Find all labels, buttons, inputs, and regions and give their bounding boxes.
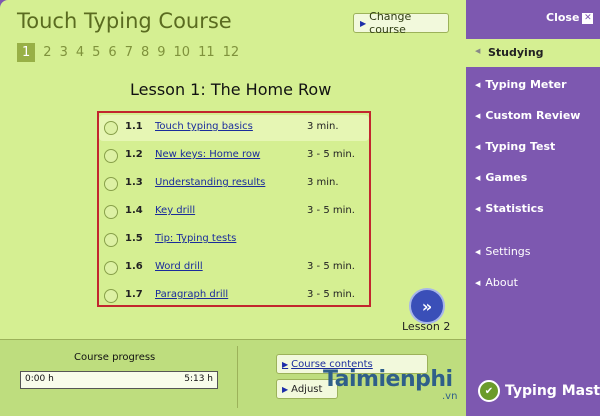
status-circle-icon	[104, 149, 118, 163]
triangle-left-icon: ◀	[475, 279, 481, 287]
lesson-number-tabs: 1 2 3 4 5 6 7 8 9 10 11 12	[17, 43, 247, 62]
sidebar-item-games[interactable]: ◀ Games	[475, 171, 527, 184]
lesson-item-link[interactable]: Tip: Typing tests	[155, 233, 236, 244]
lesson-item-link[interactable]: Paragraph drill	[155, 289, 228, 300]
lesson-item[interactable]: 1.5 Tip: Typing tests	[99, 227, 369, 253]
lesson-tab-3[interactable]: 3	[60, 43, 68, 62]
lesson-title: Lesson 1: The Home Row	[130, 80, 332, 99]
course-progress-bar: 0:00 h 5:13 h	[20, 371, 218, 389]
lesson-tab-8[interactable]: 8	[141, 43, 149, 62]
lesson-tab-4[interactable]: 4	[76, 43, 84, 62]
lesson-item-duration: 3 - 5 min.	[307, 261, 355, 272]
sidebar-item-custom-review[interactable]: ◀ Custom Review	[475, 109, 580, 122]
lesson-item-number: 1.7	[125, 289, 143, 300]
next-lesson-label: Lesson 2	[402, 320, 451, 333]
app-logo: ✔ Typing Master	[478, 380, 600, 402]
app-logo-text: Typing Master	[505, 383, 600, 399]
sidebar-item-settings[interactable]: ◀ Settings	[475, 245, 531, 258]
arrow-icon: ▶	[282, 384, 289, 394]
lesson-item-duration: 3 - 5 min.	[307, 149, 355, 160]
lesson-item-number: 1.1	[125, 121, 143, 132]
lesson-item-number: 1.2	[125, 149, 143, 160]
sidebar-item-studying[interactable]: ◀ Studying	[466, 39, 600, 67]
lesson-tab-6[interactable]: 6	[108, 43, 116, 62]
arrow-icon: ▶	[282, 359, 289, 369]
lesson-item[interactable]: 1.2 New keys: Home row 3 - 5 min.	[99, 143, 369, 169]
close-icon: ✕	[582, 12, 594, 24]
watermark-text: Taimienphi	[323, 367, 453, 392]
arrow-icon: ▶	[360, 18, 367, 28]
next-lesson-button[interactable]: »	[409, 288, 445, 324]
change-course-button[interactable]: ▶ Change course	[353, 10, 449, 36]
triangle-left-icon: ◀	[475, 205, 481, 213]
status-circle-icon	[104, 289, 118, 303]
lesson-item-link[interactable]: Understanding results	[155, 177, 265, 188]
triangle-left-icon: ◀	[475, 174, 481, 182]
lesson-item-duration: 3 - 5 min.	[307, 205, 355, 216]
lesson-tab-1[interactable]: 1	[17, 43, 36, 62]
lesson-tab-12[interactable]: 12	[223, 43, 240, 62]
progress-end-time: 5:13 h	[184, 374, 213, 384]
lesson-item-link[interactable]: New keys: Home row	[155, 149, 260, 160]
triangle-left-icon: ◀	[475, 143, 481, 151]
watermark-suffix: .vn	[442, 391, 458, 402]
status-circle-icon	[104, 177, 118, 191]
chevron-left-icon: ◀	[475, 47, 481, 55]
sidebar-item-label: Studying	[488, 46, 544, 59]
sidebar-item-label: About	[485, 276, 518, 289]
change-course-label: Change course	[369, 10, 412, 36]
double-chevron-right-icon: »	[421, 296, 433, 316]
main-panel: Touch Typing Course ▶ Change course 1 2 3…	[0, 0, 466, 416]
lesson-item[interactable]: 1.4 Key drill 3 - 5 min.	[99, 199, 369, 225]
adjust-label: Adjust	[291, 383, 323, 395]
lesson-item-duration: 3 min.	[307, 177, 339, 188]
sidebar-item-label: Games	[485, 171, 528, 184]
triangle-left-icon: ◀	[475, 81, 481, 89]
sidebar-item-label: Typing Meter	[485, 78, 567, 91]
sidebar-item-typing-test[interactable]: ◀ Typing Test	[475, 140, 555, 153]
sidebar-item-about[interactable]: ◀ About	[475, 276, 518, 289]
typing-master-logo-icon: ✔	[478, 380, 500, 402]
sidebar-item-label: Settings	[485, 245, 531, 258]
lesson-tab-5[interactable]: 5	[92, 43, 100, 62]
lesson-item-link[interactable]: Key drill	[155, 205, 195, 216]
course-progress-label: Course progress	[74, 352, 156, 363]
triangle-left-icon: ◀	[475, 112, 481, 120]
sidebar-item-label: Typing Test	[485, 140, 556, 153]
lesson-tab-7[interactable]: 7	[125, 43, 133, 62]
lesson-item-list: 1.1 Touch typing basics 3 min. 1.2 New k…	[97, 111, 371, 307]
sidebar-item-label: Custom Review	[485, 109, 581, 122]
lesson-item[interactable]: 1.6 Word drill 3 - 5 min.	[99, 255, 369, 281]
lesson-tab-2[interactable]: 2	[43, 43, 51, 62]
close-button[interactable]: Close ✕	[546, 11, 594, 24]
lesson-item[interactable]: 1.1 Touch typing basics 3 min.	[99, 115, 369, 141]
sidebar-item-typing-meter[interactable]: ◀ Typing Meter	[475, 78, 567, 91]
close-label: Close	[546, 11, 580, 24]
lesson-tab-11[interactable]: 11	[198, 43, 215, 62]
lesson-item-number: 1.4	[125, 205, 143, 216]
divider	[237, 346, 238, 408]
status-circle-icon	[104, 205, 118, 219]
status-circle-icon	[104, 233, 118, 247]
lesson-item[interactable]: 1.3 Understanding results 3 min.	[99, 171, 369, 197]
lesson-item-duration: 3 min.	[307, 121, 339, 132]
lesson-item[interactable]: 1.7 Paragraph drill 3 - 5 min.	[99, 283, 369, 309]
lesson-tab-9[interactable]: 9	[157, 43, 165, 62]
course-title: Touch Typing Course	[17, 9, 232, 33]
lesson-item-number: 1.6	[125, 261, 143, 272]
lesson-item-number: 1.5	[125, 233, 143, 244]
progress-start-time: 0:00 h	[25, 374, 54, 384]
triangle-left-icon: ◀	[475, 248, 481, 256]
status-circle-icon	[104, 121, 118, 135]
lesson-item-number: 1.3	[125, 177, 143, 188]
lesson-item-duration: 3 - 5 min.	[307, 289, 355, 300]
sidebar-item-statistics[interactable]: ◀ Statistics	[475, 202, 544, 215]
sidebar-item-label: Statistics	[485, 202, 544, 215]
lesson-item-link[interactable]: Word drill	[155, 261, 203, 272]
status-circle-icon	[104, 261, 118, 275]
lesson-tab-10[interactable]: 10	[174, 43, 191, 62]
lesson-item-link[interactable]: Touch typing basics	[155, 121, 253, 132]
